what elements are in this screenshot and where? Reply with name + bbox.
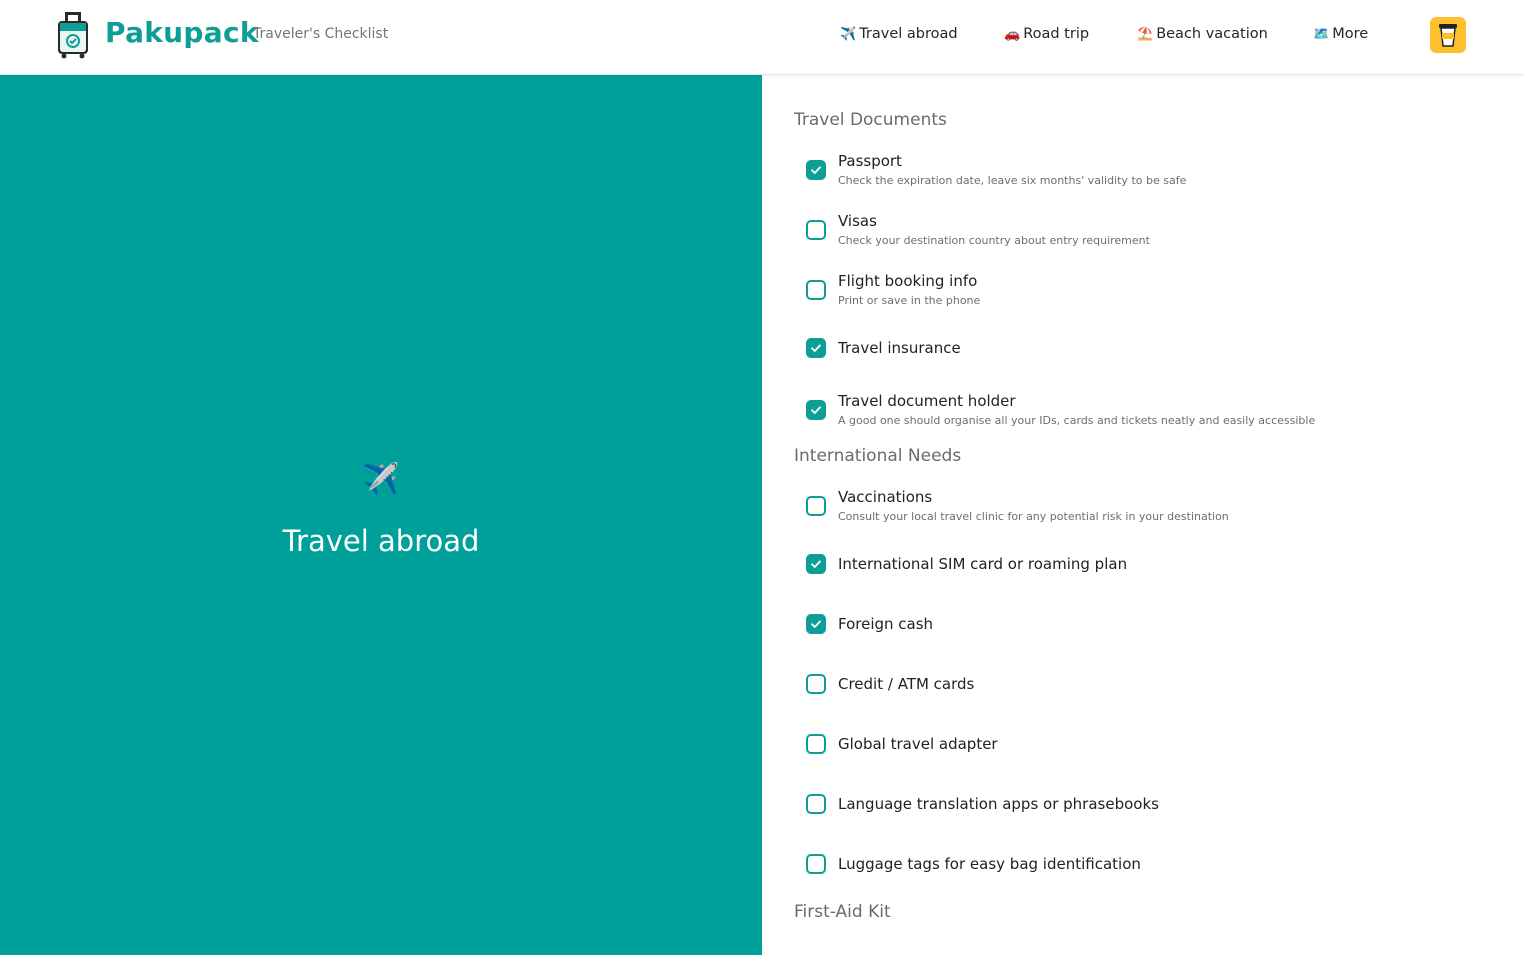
- item-label: Passport: [838, 152, 902, 170]
- checkbox-checked[interactable]: [806, 614, 826, 634]
- checkbox-unchecked[interactable]: [806, 734, 826, 754]
- map-icon: 🗺️: [1313, 27, 1330, 42]
- item-label: Visas: [838, 212, 877, 230]
- checkbox-unchecked[interactable]: [806, 854, 826, 874]
- section-title: First-Aid Kit: [794, 902, 891, 922]
- checkmark-icon: [811, 406, 821, 414]
- checklist-item[interactable]: Flight booking info Print or save in the …: [806, 272, 1506, 320]
- item-label: International SIM card or roaming plan: [838, 555, 1128, 573]
- item-label: Language translation apps or phrasebooks: [838, 795, 1159, 813]
- beach-umbrella-icon: ⛱️: [1137, 27, 1154, 42]
- checklist-item[interactable]: International SIM card or roaming plan: [806, 548, 1506, 596]
- checkbox-unchecked[interactable]: [806, 674, 826, 694]
- nav-road-trip[interactable]: 🚗 Road trip: [1004, 23, 1089, 45]
- item-label: Global travel adapter: [838, 735, 998, 753]
- item-note: Check the expiration date, leave six mon…: [838, 174, 1187, 187]
- buy-me-coffee-button[interactable]: [1430, 17, 1466, 53]
- top-header: Pakupack Traveler's Checklist ✈️ Travel a…: [0, 0, 1524, 75]
- nav-more[interactable]: 🗺️ More: [1313, 23, 1368, 45]
- checkbox-checked[interactable]: [806, 554, 826, 574]
- brand-name[interactable]: Pakupack: [105, 14, 259, 52]
- checklist-item[interactable]: Visas Check your destination country abou…: [806, 212, 1506, 260]
- section-title: Travel Documents: [794, 110, 947, 130]
- checklist-item[interactable]: Foreign cash: [806, 608, 1506, 656]
- hero-title: Travel abroad: [282, 524, 480, 558]
- checkbox-checked[interactable]: [806, 160, 826, 180]
- checkbox-unchecked[interactable]: [806, 496, 826, 516]
- airplane-icon: ✈️: [840, 27, 857, 42]
- checklist-item[interactable]: Travel document holder A good one should …: [806, 392, 1506, 440]
- airplane-icon: ✈️: [362, 462, 400, 497]
- brand-tagline: Traveler's Checklist: [253, 26, 389, 42]
- checklist-panel[interactable]: Travel Documents Passport Check the expira…: [762, 75, 1524, 955]
- checkmark-icon: [811, 560, 821, 568]
- item-label: Foreign cash: [838, 615, 934, 633]
- item-label: Vaccinations: [838, 488, 933, 506]
- checkbox-checked[interactable]: [806, 400, 826, 420]
- checklist-item[interactable]: Language translation apps or phrasebooks: [806, 788, 1506, 836]
- checklist-item[interactable]: Passport Check the expiration date, leave…: [806, 152, 1506, 200]
- item-label: Flight booking info: [838, 272, 978, 290]
- checklist-item[interactable]: Vaccinations Consult your local travel cl…: [806, 488, 1506, 536]
- checkbox-unchecked[interactable]: [806, 280, 826, 300]
- checkmark-icon: [811, 344, 821, 352]
- coffee-cup-icon: [1439, 24, 1457, 47]
- checkbox-unchecked[interactable]: [806, 794, 826, 814]
- item-note: Print or save in the phone: [838, 294, 981, 307]
- checklist-item[interactable]: Global travel adapter: [806, 728, 1506, 776]
- checkbox-checked[interactable]: [806, 338, 826, 358]
- item-note: Check your destination country about ent…: [838, 234, 1150, 247]
- checkbox-unchecked[interactable]: [806, 220, 826, 240]
- checkmark-icon: [811, 620, 821, 628]
- nav-travel-abroad[interactable]: ✈️ Travel abroad: [840, 23, 958, 45]
- section-title: International Needs: [794, 446, 962, 466]
- item-label: Travel insurance: [838, 339, 961, 357]
- nav-beach-vacation[interactable]: ⛱️ Beach vacation: [1137, 23, 1268, 45]
- checklist-item[interactable]: Luggage tags for easy bag identification: [806, 848, 1506, 896]
- item-label: Credit / ATM cards: [838, 675, 975, 693]
- item-label: Travel document holder: [838, 392, 1016, 410]
- suitcase-logo-icon[interactable]: [56, 11, 90, 59]
- nav-label: More: [1332, 26, 1369, 42]
- item-label: Luggage tags for easy bag identification: [838, 855, 1141, 873]
- nav-label: Beach vacation: [1156, 26, 1268, 42]
- hero-panel: ✈️ Travel abroad: [0, 75, 762, 955]
- checklist-item[interactable]: Credit / ATM cards: [806, 668, 1506, 716]
- nav-label: Road trip: [1023, 26, 1090, 42]
- item-note: A good one should organise all your IDs,…: [838, 414, 1316, 427]
- checklist-item[interactable]: Travel insurance: [806, 332, 1506, 380]
- nav-label: Travel abroad: [859, 26, 958, 42]
- item-note: Consult your local travel clinic for any…: [838, 510, 1229, 523]
- car-icon: 🚗: [1004, 27, 1021, 42]
- checkmark-icon: [811, 166, 821, 174]
